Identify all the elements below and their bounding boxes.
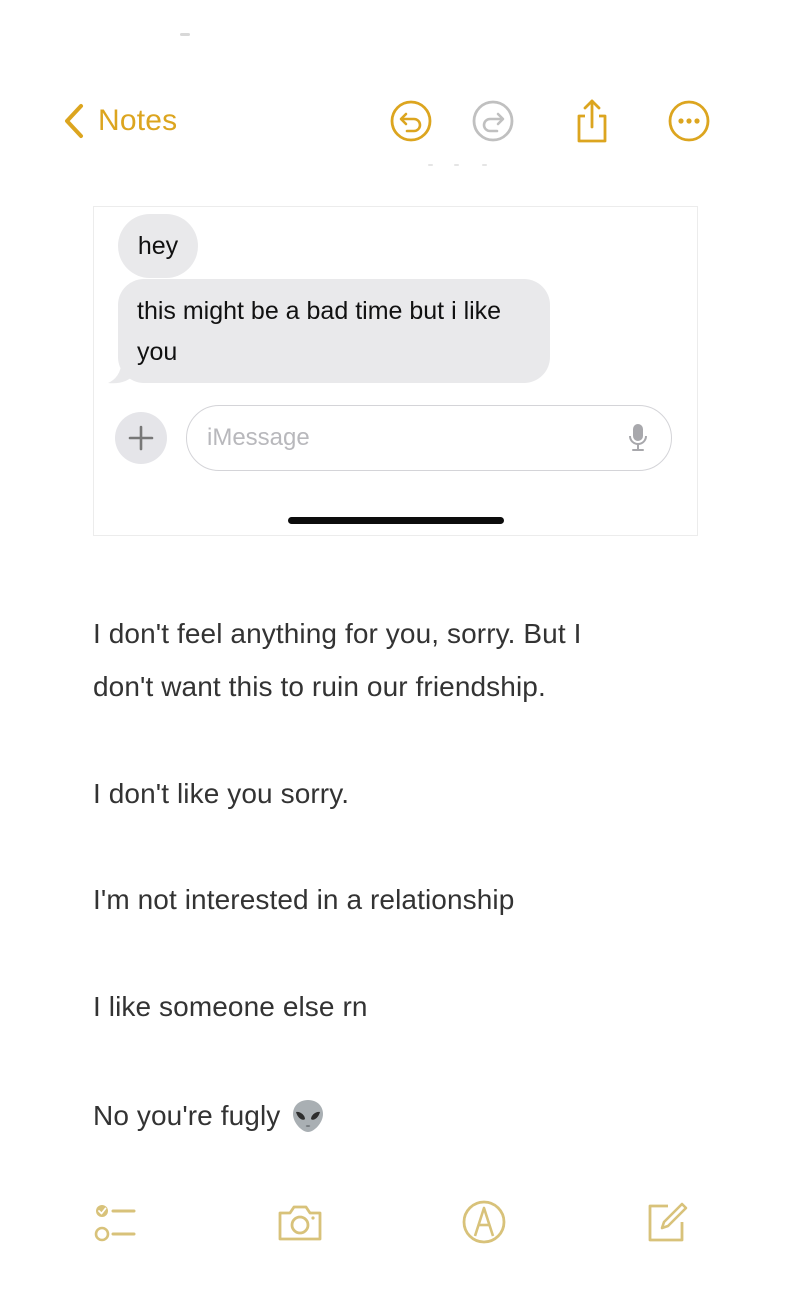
note-text-line[interactable]: I don't feel anything for you, sorry. Bu… bbox=[93, 618, 582, 650]
message-bubble: this might be a bad time but i like you bbox=[118, 279, 550, 383]
note-text-line[interactable]: don't want this to ruin our friendship. bbox=[93, 671, 546, 703]
checklist-button[interactable] bbox=[88, 1196, 140, 1248]
note-text-line[interactable]: I'm not interested in a relationship bbox=[93, 884, 514, 916]
microphone-icon bbox=[629, 424, 647, 451]
share-button[interactable] bbox=[569, 98, 615, 144]
message-text: hey bbox=[137, 231, 179, 260]
more-icon bbox=[668, 100, 710, 142]
home-indicator bbox=[288, 517, 504, 524]
add-attachment-button bbox=[115, 412, 167, 464]
undo-button[interactable] bbox=[388, 98, 434, 144]
markup-icon bbox=[462, 1200, 506, 1244]
camera-icon bbox=[278, 1205, 322, 1241]
note-text-line[interactable]: No you're fugly bbox=[93, 1098, 326, 1134]
back-button-label: Notes bbox=[98, 104, 178, 137]
share-icon bbox=[577, 99, 607, 143]
note-text-line[interactable]: I don't like you sorry. bbox=[93, 778, 349, 810]
markup-button[interactable] bbox=[458, 1196, 510, 1248]
camera-button[interactable] bbox=[274, 1196, 326, 1248]
compose-button[interactable] bbox=[640, 1196, 692, 1248]
message-bubble: hey bbox=[118, 214, 198, 278]
status-bar-indicator bbox=[180, 33, 190, 36]
imessage-placeholder: iMessage bbox=[207, 424, 310, 451]
scroll-indicator bbox=[428, 164, 498, 168]
chevron-left-icon bbox=[65, 104, 83, 138]
undo-icon bbox=[390, 100, 432, 142]
redo-button[interactable] bbox=[470, 98, 516, 144]
compose-icon bbox=[648, 1202, 688, 1242]
alien-icon bbox=[293, 1100, 324, 1132]
message-text: this might be a bad time but i like you bbox=[137, 297, 502, 366]
embedded-screenshot[interactable]: hey this might be a bad time but i like … bbox=[93, 206, 698, 536]
more-button[interactable] bbox=[666, 98, 712, 144]
imessage-input: iMessage bbox=[186, 405, 672, 471]
plus-icon bbox=[128, 425, 154, 451]
checklist-icon bbox=[94, 1205, 136, 1242]
back-button[interactable]: Notes bbox=[62, 100, 177, 142]
redo-icon bbox=[472, 100, 514, 142]
note-text: No you're fugly bbox=[93, 1100, 281, 1131]
note-text-line[interactable]: I like someone else rn bbox=[93, 991, 368, 1023]
